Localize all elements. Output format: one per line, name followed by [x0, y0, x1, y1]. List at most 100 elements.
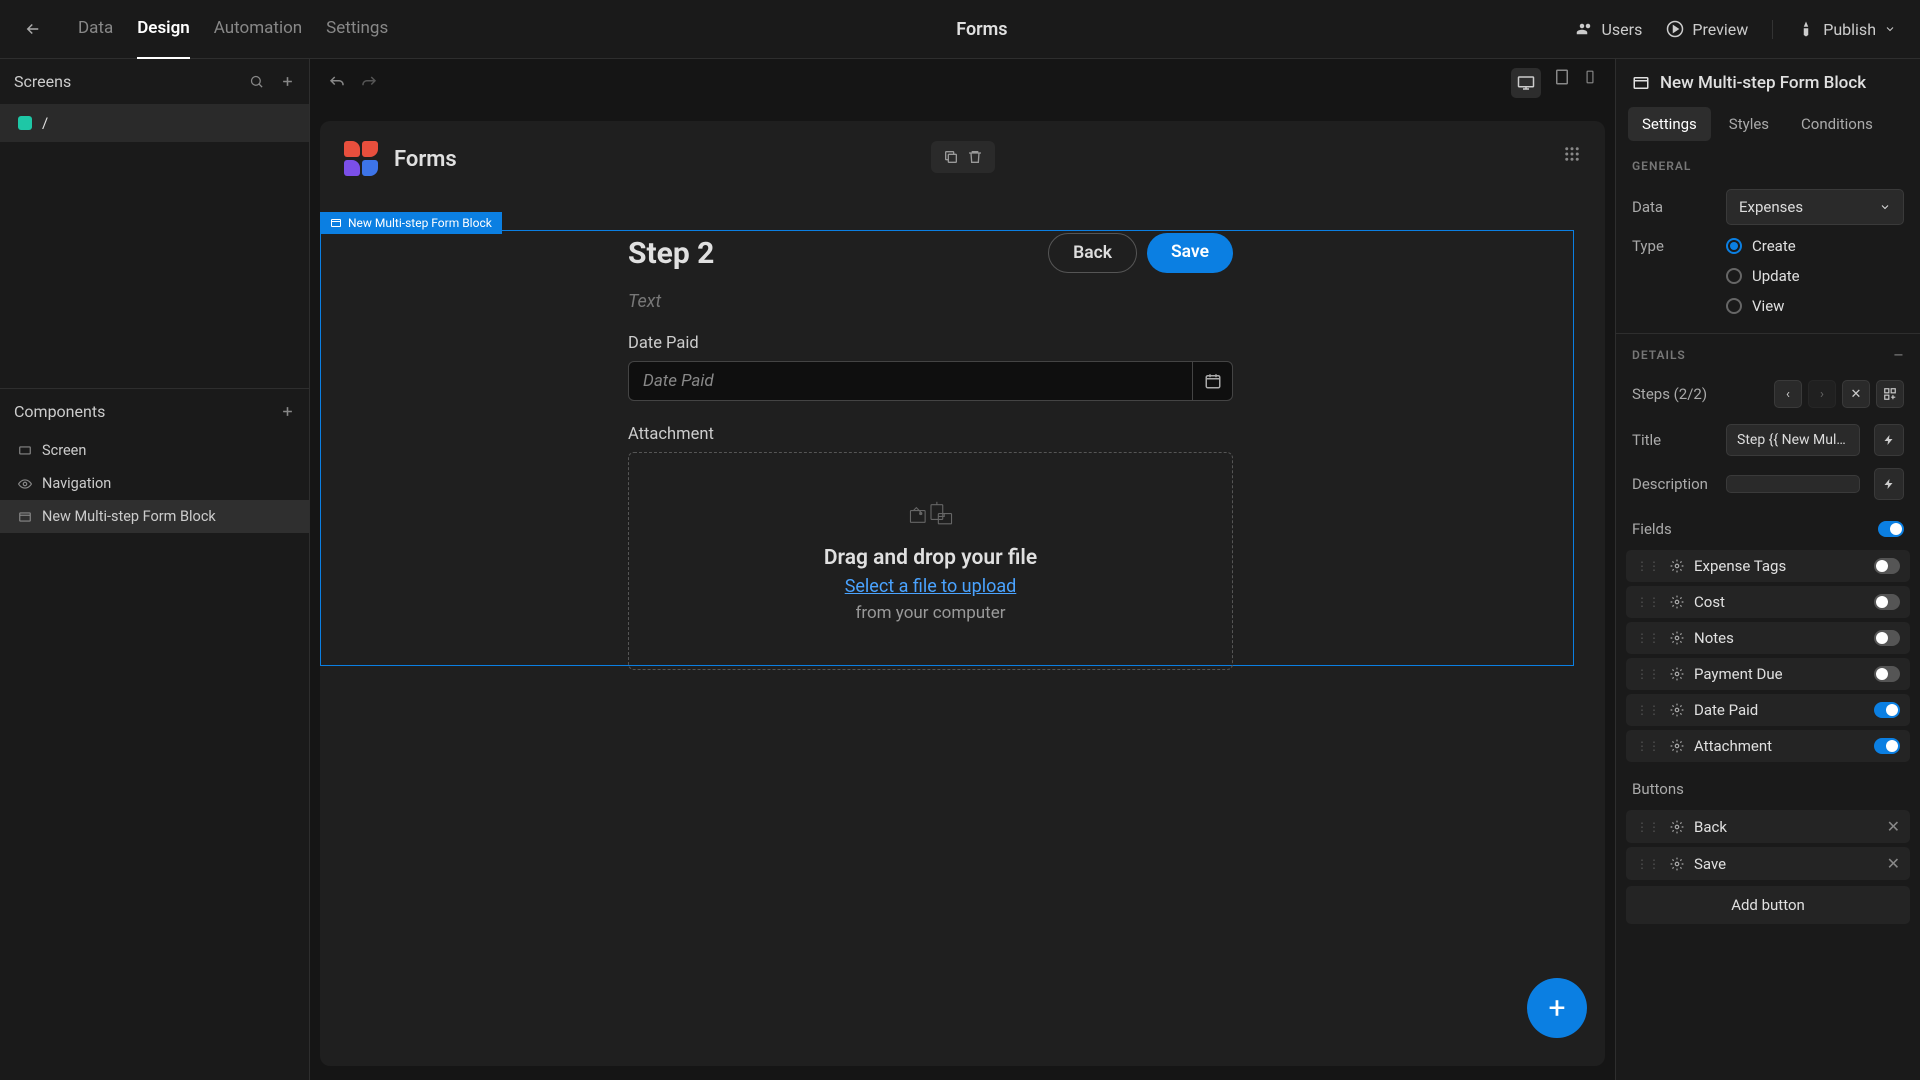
add-button[interactable]: Add button	[1626, 886, 1910, 924]
delete-icon[interactable]	[967, 149, 983, 165]
step-add-button[interactable]	[1876, 380, 1904, 408]
rp-tab-styles[interactable]: Styles	[1715, 107, 1783, 141]
publish-label: Publish	[1823, 20, 1876, 39]
field-toggle[interactable]	[1874, 666, 1900, 682]
device-desktop[interactable]	[1511, 68, 1541, 98]
gear-icon[interactable]	[1670, 739, 1684, 753]
gear-icon[interactable]	[1670, 631, 1684, 645]
step-prev-button[interactable]: ‹	[1774, 380, 1802, 408]
radio-create[interactable]: Create	[1726, 237, 1904, 255]
title-input[interactable]: Step {{ New Multi-s…	[1726, 424, 1860, 456]
eye-icon	[18, 477, 32, 491]
field-toggle[interactable]	[1874, 558, 1900, 574]
drag-handle-icon[interactable]: ⋮⋮	[1636, 559, 1660, 573]
title-binding-button[interactable]	[1874, 424, 1904, 456]
field-item[interactable]: ⋮⋮Cost	[1626, 586, 1910, 618]
field-toggle[interactable]	[1874, 702, 1900, 718]
tab-automation[interactable]: Automation	[214, 0, 302, 59]
drag-handle-icon[interactable]: ⋮⋮	[1636, 667, 1660, 681]
publish-button[interactable]: Publish	[1772, 20, 1896, 39]
drag-handle-icon[interactable]: ⋮⋮	[1636, 595, 1660, 609]
duplicate-icon[interactable]	[943, 149, 959, 165]
radio-view[interactable]: View	[1726, 297, 1904, 315]
step-next-button[interactable]: ›	[1808, 380, 1836, 408]
block-selection-tag[interactable]: New Multi-step Form Block	[320, 212, 502, 234]
details-section-header[interactable]: DETAILS —	[1616, 334, 1920, 376]
calendar-icon[interactable]	[1192, 362, 1232, 400]
field-item[interactable]: ⋮⋮Payment Due	[1626, 658, 1910, 690]
rp-tab-conditions[interactable]: Conditions	[1787, 107, 1887, 141]
tab-data[interactable]: Data	[78, 0, 113, 59]
users-icon	[1576, 20, 1594, 38]
device-mobile[interactable]	[1583, 68, 1597, 98]
field-item[interactable]: ⋮⋮Attachment	[1626, 730, 1910, 762]
undo-icon[interactable]	[328, 74, 346, 92]
drag-handle-icon[interactable]: ⋮⋮	[1636, 739, 1660, 753]
file-dropzone[interactable]: Drag and drop your file Select a file to…	[628, 452, 1233, 670]
tree-item-navigation[interactable]: Navigation	[0, 467, 309, 500]
gear-icon[interactable]	[1670, 667, 1684, 681]
app-logo	[344, 141, 380, 177]
rp-header: New Multi-step Form Block	[1616, 59, 1920, 107]
button-item[interactable]: ⋮⋮Save✕	[1626, 847, 1910, 880]
radio-update[interactable]: Update	[1726, 267, 1904, 285]
dropzone-title: Drag and drop your file	[824, 546, 1037, 570]
upload-icon	[909, 500, 953, 530]
remove-button-icon[interactable]: ✕	[1887, 817, 1900, 836]
screen-name: /	[42, 114, 48, 132]
tab-settings[interactable]: Settings	[326, 0, 388, 59]
gear-icon[interactable]	[1670, 559, 1684, 573]
preview-label: Preview	[1692, 20, 1748, 39]
screen-item-root[interactable]: /	[0, 104, 309, 142]
gear-icon[interactable]	[1670, 857, 1684, 871]
gear-icon[interactable]	[1670, 595, 1684, 609]
form-preview: Step 2 Back Save Text Date Paid Date Pai…	[628, 233, 1233, 670]
device-tablet[interactable]	[1553, 68, 1571, 98]
add-fab[interactable]: +	[1527, 978, 1587, 1038]
step-remove-button[interactable]: ✕	[1842, 380, 1870, 408]
drag-handle-icon[interactable]: ⋮⋮	[1636, 703, 1660, 717]
field-item[interactable]: ⋮⋮Notes	[1626, 622, 1910, 654]
users-button[interactable]: Users	[1576, 20, 1643, 39]
search-icon[interactable]	[249, 74, 264, 89]
drag-handle-icon[interactable]: ⋮⋮	[1636, 631, 1660, 645]
field-item[interactable]: ⋮⋮Date Paid	[1626, 694, 1910, 726]
form-save-button[interactable]: Save	[1147, 233, 1233, 273]
date-paid-input[interactable]: Date Paid	[628, 361, 1233, 401]
screen-icon	[18, 444, 32, 458]
redo-icon[interactable]	[360, 74, 378, 92]
type-radio-group: Create Update View	[1726, 237, 1904, 315]
rp-tabs: Settings Styles Conditions	[1616, 107, 1920, 141]
description-input[interactable]	[1726, 475, 1860, 493]
field-toggle[interactable]	[1874, 630, 1900, 646]
buttons-list: ⋮⋮Back✕ ⋮⋮Save✕	[1616, 810, 1920, 880]
play-icon	[1666, 20, 1684, 38]
drag-handle-icon[interactable]: ⋮⋮	[1636, 857, 1660, 871]
field-item[interactable]: ⋮⋮Expense Tags	[1626, 550, 1910, 582]
rp-tab-settings[interactable]: Settings	[1628, 107, 1711, 141]
field-toggle[interactable]	[1874, 738, 1900, 754]
dropzone-link[interactable]: Select a file to upload	[845, 576, 1017, 597]
gear-icon[interactable]	[1670, 820, 1684, 834]
tab-design[interactable]: Design	[137, 0, 190, 59]
tree-item-form-block[interactable]: New Multi-step Form Block	[0, 500, 309, 533]
plus-icon[interactable]	[280, 74, 295, 89]
field-toggle[interactable]	[1874, 594, 1900, 610]
back-arrow-icon[interactable]	[24, 20, 42, 38]
tree-item-screen[interactable]: Screen	[0, 434, 309, 467]
dropzone-subtitle: from your computer	[855, 603, 1005, 623]
remove-button-icon[interactable]: ✕	[1887, 854, 1900, 873]
data-label: Data	[1632, 198, 1716, 216]
plus-icon[interactable]	[280, 404, 295, 419]
description-binding-button[interactable]	[1874, 468, 1904, 500]
preview-button[interactable]: Preview	[1666, 20, 1748, 39]
drag-handle-icon[interactable]: ⋮⋮	[1636, 820, 1660, 834]
radio-view-label: View	[1752, 297, 1784, 315]
fields-master-toggle[interactable]	[1878, 521, 1904, 537]
data-select[interactable]: Expenses	[1726, 189, 1904, 225]
canvas[interactable]: Forms New Multi-step Form Block Step 2	[320, 121, 1605, 1066]
form-back-button[interactable]: Back	[1048, 233, 1137, 273]
button-item[interactable]: ⋮⋮Back✕	[1626, 810, 1910, 843]
gear-icon[interactable]	[1670, 703, 1684, 717]
app-menu-icon[interactable]	[1563, 145, 1581, 163]
